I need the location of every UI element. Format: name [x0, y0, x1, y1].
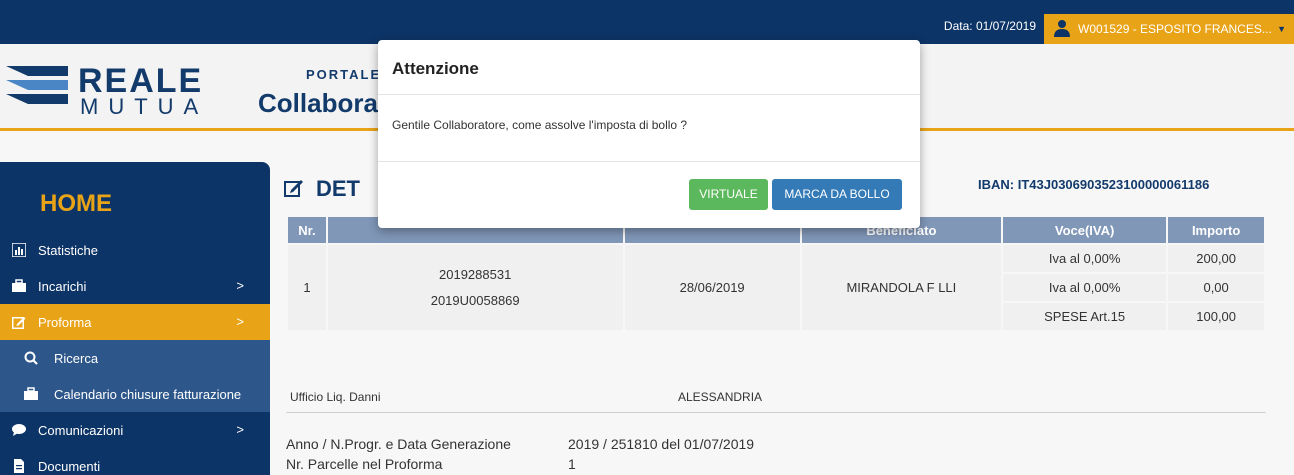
marca-da-bollo-button[interactable]: MARCA DA BOLLO	[772, 179, 902, 210]
attention-dialog: Attenzione Gentile Collaboratore, come a…	[378, 40, 920, 228]
dialog-title: Attenzione	[392, 59, 479, 78]
dialog-message: Gentile Collaboratore, come assolve l'im…	[392, 118, 688, 132]
virtuale-button[interactable]: VIRTUALE	[689, 179, 768, 210]
dialog-footer-divider	[378, 161, 920, 162]
